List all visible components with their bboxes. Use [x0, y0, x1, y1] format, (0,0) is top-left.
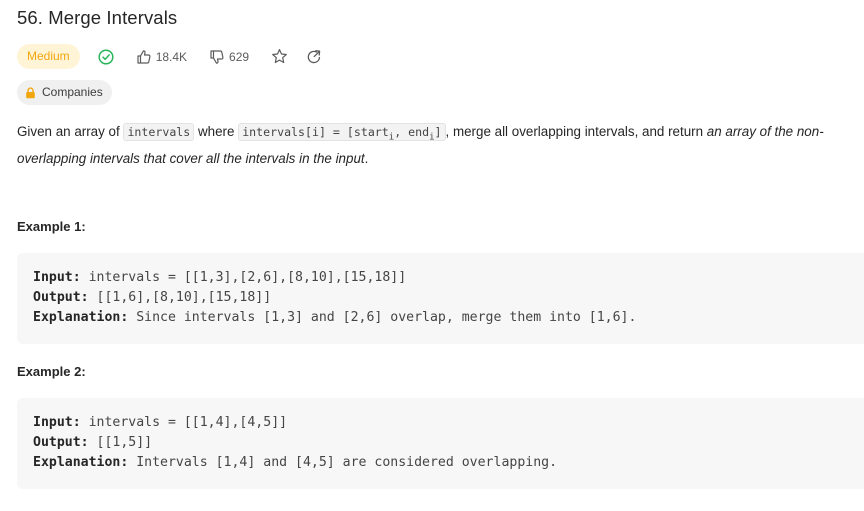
- statement-text: .: [364, 151, 369, 167]
- statement-text: , merge all overlapping intervals, and r…: [445, 124, 707, 139]
- like-button[interactable]: 18.4K: [136, 49, 187, 65]
- explanation-value: Since intervals [1,3] and [2,6] overlap,…: [128, 310, 637, 325]
- explanation-label: Explanation:: [33, 310, 129, 325]
- example-output: Output: [[1,5]]: [33, 433, 864, 453]
- example-2-block: Input: intervals = [[1,4],[4,5]] Output:…: [17, 398, 864, 489]
- output-value: [[1,5]]: [88, 435, 153, 450]
- input-label: Input:: [33, 415, 81, 430]
- code-text: intervals[i] = [start: [242, 125, 389, 139]
- star-icon: [272, 49, 287, 64]
- thumbs-up-icon: [137, 49, 151, 64]
- problem-meta-row: Medium 18.4K 629: [17, 43, 322, 70]
- problem-statement: Given an array of intervals where interv…: [17, 121, 862, 169]
- companies-label: Companies: [42, 85, 103, 99]
- example-2-title: Example 2:: [17, 364, 86, 379]
- output-value: [[1,6],[8,10],[15,18]]: [88, 290, 272, 305]
- statement-text: where: [194, 124, 239, 139]
- share-icon: [307, 49, 321, 63]
- difficulty-badge: Medium: [17, 44, 80, 69]
- like-count: 18.4K: [155, 49, 188, 64]
- input-value: intervals = [[1,4],[4,5]]: [80, 415, 288, 430]
- output-label: Output:: [33, 290, 89, 305]
- companies-tag[interactable]: Companies: [17, 80, 112, 105]
- code-text: intervals: [127, 125, 191, 139]
- solved-status: [98, 48, 114, 65]
- example-output: Output: [[1,6],[8,10],[15,18]]: [33, 288, 864, 308]
- problem-description-panel: 56. Merge Intervals Medium 18.4K 629 Com…: [0, 0, 864, 511]
- check-circle-icon: [98, 48, 114, 65]
- explanation-label: Explanation:: [33, 455, 129, 470]
- example-input: Input: intervals = [[1,4],[4,5]]: [33, 413, 864, 433]
- favorite-button[interactable]: [271, 48, 288, 65]
- example-explanation: Explanation: Since intervals [1,3] and […: [33, 308, 864, 328]
- problem-title[interactable]: 56. Merge Intervals: [17, 7, 177, 29]
- explanation-value: Intervals [1,4] and [4,5] are considered…: [128, 455, 558, 470]
- dislike-button[interactable]: 629: [209, 49, 249, 65]
- input-label: Input:: [33, 270, 81, 285]
- statement-text: Given an array of: [17, 124, 124, 139]
- example-input: Input: intervals = [[1,3],[2,6],[8,10],[…: [33, 268, 864, 288]
- code-text: , end: [394, 125, 430, 139]
- share-button[interactable]: [306, 49, 322, 65]
- dislike-count: 629: [229, 49, 250, 64]
- output-label: Output:: [33, 435, 89, 450]
- thumbs-down-icon: [210, 49, 224, 64]
- inline-code-intervals: intervals: [123, 123, 195, 141]
- example-1-title: Example 1:: [17, 219, 86, 234]
- input-value: intervals = [[1,3],[2,6],[8,10],[15,18]]: [80, 270, 407, 285]
- example-1-block: Input: intervals = [[1,3],[2,6],[8,10],[…: [17, 253, 864, 344]
- inline-code-interval-def: intervals[i] = [starti, endi]: [238, 123, 446, 142]
- lock-icon: [26, 86, 35, 98]
- example-explanation: Explanation: Intervals [1,4] and [4,5] a…: [33, 453, 864, 473]
- code-text: ]: [434, 125, 442, 139]
